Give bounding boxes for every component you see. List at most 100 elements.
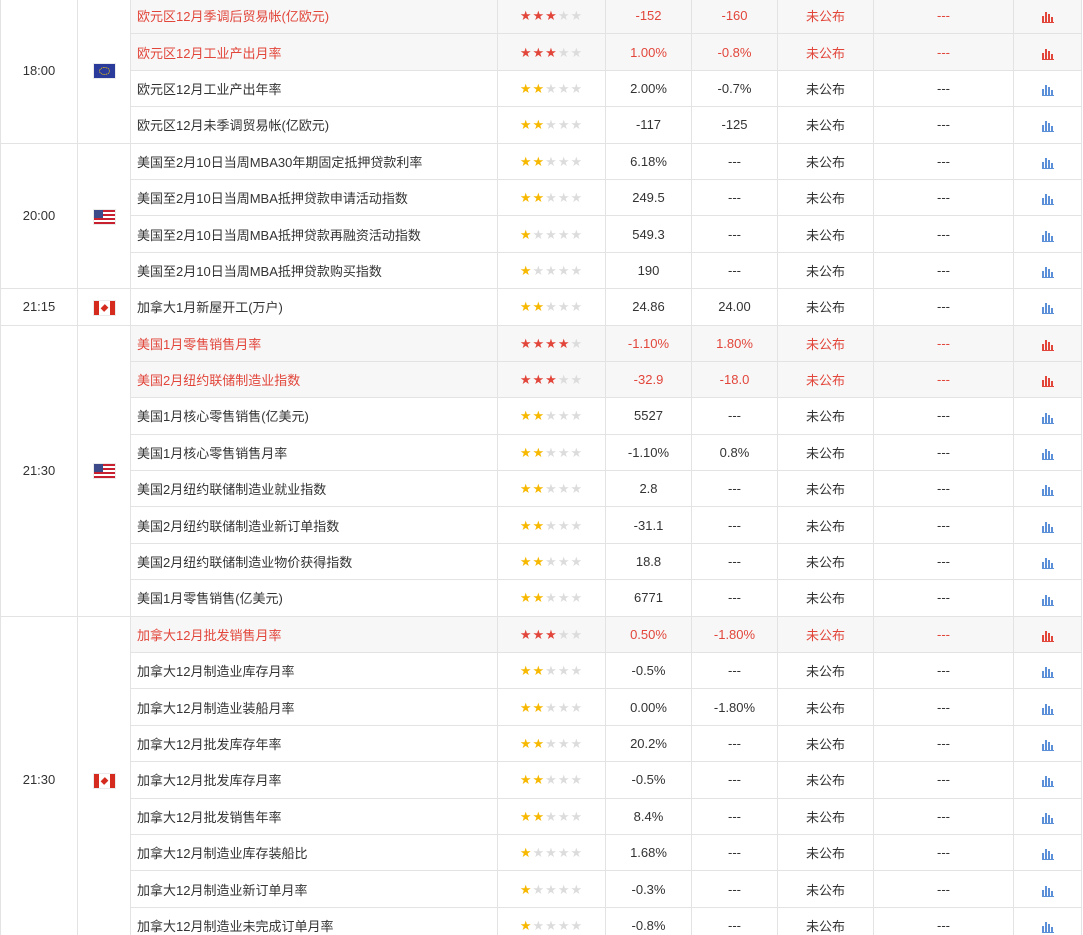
indicator-name[interactable]: 欧元区12月季调后贸易帐(亿欧元) xyxy=(130,0,498,35)
indicator-name[interactable]: 美国2月纽约联储制造业物价获得指数 xyxy=(130,542,498,581)
bar-chart-icon[interactable] xyxy=(1041,484,1054,497)
forecast-value: --- xyxy=(691,833,778,872)
indicator-name[interactable]: 美国至2月10日当周MBA30年期固定抵押贷款利率 xyxy=(130,142,498,180)
importance-stars: ★★★★★ xyxy=(497,106,606,144)
star-empty-icon: ★ xyxy=(570,626,584,642)
indicator-name[interactable]: 美国至2月10日当周MBA抵押贷款购买指数 xyxy=(130,251,498,290)
bar-chart-icon[interactable] xyxy=(1041,375,1054,388)
bar-chart-icon[interactable] xyxy=(1041,193,1054,206)
chart-cell[interactable] xyxy=(1013,251,1082,290)
indicator-name[interactable]: 美国1月核心零售销售月率 xyxy=(130,433,498,472)
chart-cell[interactable] xyxy=(1013,433,1082,472)
table-row: 加拿大12月制造业未完成订单月率 ★★★★★ -0.8% --- 未公布 --- xyxy=(1,906,1082,935)
chart-cell[interactable] xyxy=(1013,797,1082,835)
bar-chart-icon[interactable] xyxy=(1041,157,1054,169)
bar-chart-icon[interactable] xyxy=(1041,412,1054,424)
impact-value: --- xyxy=(873,288,1014,326)
indicator-name[interactable]: 欧元区12月工业产出年率 xyxy=(130,69,498,108)
indicator-name[interactable]: 加拿大12月制造业新订单月率 xyxy=(130,870,498,908)
indicator-name[interactable]: 美国1月零售销售月率 xyxy=(130,324,498,362)
star-filled-icon: ★ xyxy=(519,80,533,96)
bar-chart-icon[interactable] xyxy=(1041,84,1054,97)
indicator-name[interactable]: 欧元区12月未季调贸易帐(亿欧元) xyxy=(130,106,498,144)
bar-chart-icon[interactable] xyxy=(1041,120,1054,133)
chart-cell[interactable] xyxy=(1013,870,1082,908)
chart-cell[interactable] xyxy=(1013,288,1082,326)
bar-chart-icon[interactable] xyxy=(1041,266,1054,278)
indicator-name[interactable]: 欧元区12月工业产出月率 xyxy=(130,33,498,71)
forecast-value: --- xyxy=(691,724,778,763)
star-empty-icon: ★ xyxy=(570,408,584,424)
star-rating: ★★★★★ xyxy=(520,737,583,750)
forecast-value: --- xyxy=(691,215,778,253)
forecast-value: -1.80% xyxy=(691,615,778,654)
table-row: 加拿大12月制造业库存装船比 ★★★★★ 1.68% --- 未公布 --- xyxy=(1,833,1082,872)
bar-chart-icon[interactable] xyxy=(1041,812,1054,824)
star-empty-icon: ★ xyxy=(545,917,558,933)
bar-chart-icon[interactable] xyxy=(1041,921,1054,934)
chart-cell[interactable] xyxy=(1013,470,1082,508)
bar-chart-icon[interactable] xyxy=(1041,775,1054,788)
star-empty-icon: ★ xyxy=(557,736,571,751)
indicator-name[interactable]: 加拿大12月制造业库存装船比 xyxy=(130,833,498,872)
indicator-name[interactable]: 加拿大1月新屋开工(万户) xyxy=(130,288,498,326)
importance-stars: ★★★★★ xyxy=(497,579,606,617)
chart-cell[interactable] xyxy=(1013,360,1082,399)
chart-cell[interactable] xyxy=(1013,761,1082,799)
chart-cell[interactable] xyxy=(1013,33,1082,71)
chart-cell[interactable] xyxy=(1013,542,1082,581)
bar-chart-icon[interactable] xyxy=(1041,630,1054,642)
bar-chart-icon[interactable] xyxy=(1041,666,1054,679)
previous-value: 6771 xyxy=(605,579,692,617)
chart-cell[interactable] xyxy=(1013,652,1082,690)
chart-cell[interactable] xyxy=(1013,0,1082,35)
chart-cell[interactable] xyxy=(1013,688,1082,726)
chart-cell[interactable] xyxy=(1013,215,1082,253)
indicator-name[interactable]: 加拿大12月批发库存年率 xyxy=(130,724,498,763)
bar-chart-icon[interactable] xyxy=(1041,848,1054,861)
chart-cell[interactable] xyxy=(1013,615,1082,654)
indicator-name[interactable]: 美国至2月10日当周MBA抵押贷款再融资活动指数 xyxy=(130,215,498,253)
importance-stars: ★★★★★ xyxy=(497,688,606,726)
indicator-name[interactable]: 美国1月核心零售销售(亿美元) xyxy=(130,397,498,435)
indicator-name[interactable]: 美国至2月10日当周MBA抵押贷款申请活动指数 xyxy=(130,178,498,217)
chart-cell[interactable] xyxy=(1013,906,1082,935)
chart-cell[interactable] xyxy=(1013,178,1082,217)
importance-stars: ★★★★★ xyxy=(497,69,606,108)
bar-chart-icon[interactable] xyxy=(1041,448,1054,460)
chart-cell[interactable] xyxy=(1013,833,1082,872)
indicator-name[interactable]: 加拿大12月批发销售月率 xyxy=(130,615,498,654)
chart-cell[interactable] xyxy=(1013,69,1082,108)
bar-chart-icon[interactable] xyxy=(1041,521,1054,533)
indicator-name[interactable]: 加拿大12月制造业未完成订单月率 xyxy=(130,906,498,935)
indicator-name[interactable]: 美国2月纽约联储制造业就业指数 xyxy=(130,470,498,508)
bar-chart-icon[interactable] xyxy=(1041,557,1054,570)
bar-chart-icon[interactable] xyxy=(1041,339,1054,351)
chart-cell[interactable] xyxy=(1013,397,1082,435)
indicator-name[interactable]: 加拿大12月批发销售年率 xyxy=(130,797,498,835)
bar-chart-icon[interactable] xyxy=(1041,302,1054,315)
indicator-name[interactable]: 加拿大12月制造业装船月率 xyxy=(130,688,498,726)
bar-chart-icon[interactable] xyxy=(1041,739,1054,752)
indicator-name[interactable]: 美国1月零售销售(亿美元) xyxy=(130,579,498,617)
chart-cell[interactable] xyxy=(1013,324,1082,362)
bar-chart-icon[interactable] xyxy=(1041,703,1054,715)
star-empty-icon: ★ xyxy=(570,481,584,497)
bar-chart-icon[interactable] xyxy=(1041,594,1054,606)
indicator-name[interactable]: 美国2月纽约联储制造业新订单指数 xyxy=(130,506,498,544)
bar-chart-icon[interactable] xyxy=(1041,885,1054,897)
chart-cell[interactable] xyxy=(1013,724,1082,763)
indicator-name[interactable]: 美国2月纽约联储制造业指数 xyxy=(130,360,498,399)
bar-chart-icon[interactable] xyxy=(1041,48,1054,60)
importance-stars: ★★★★★ xyxy=(497,215,606,253)
chart-cell[interactable] xyxy=(1013,106,1082,144)
star-rating: ★★★★★ xyxy=(520,9,583,22)
chart-cell[interactable] xyxy=(1013,506,1082,544)
indicator-name[interactable]: 加拿大12月制造业库存月率 xyxy=(130,652,498,690)
bar-chart-icon[interactable] xyxy=(1041,11,1054,24)
chart-cell[interactable] xyxy=(1013,579,1082,617)
previous-value: 20.2% xyxy=(605,724,692,763)
bar-chart-icon[interactable] xyxy=(1041,230,1054,242)
indicator-name[interactable]: 加拿大12月批发库存月率 xyxy=(130,761,498,799)
chart-cell[interactable] xyxy=(1013,142,1082,180)
